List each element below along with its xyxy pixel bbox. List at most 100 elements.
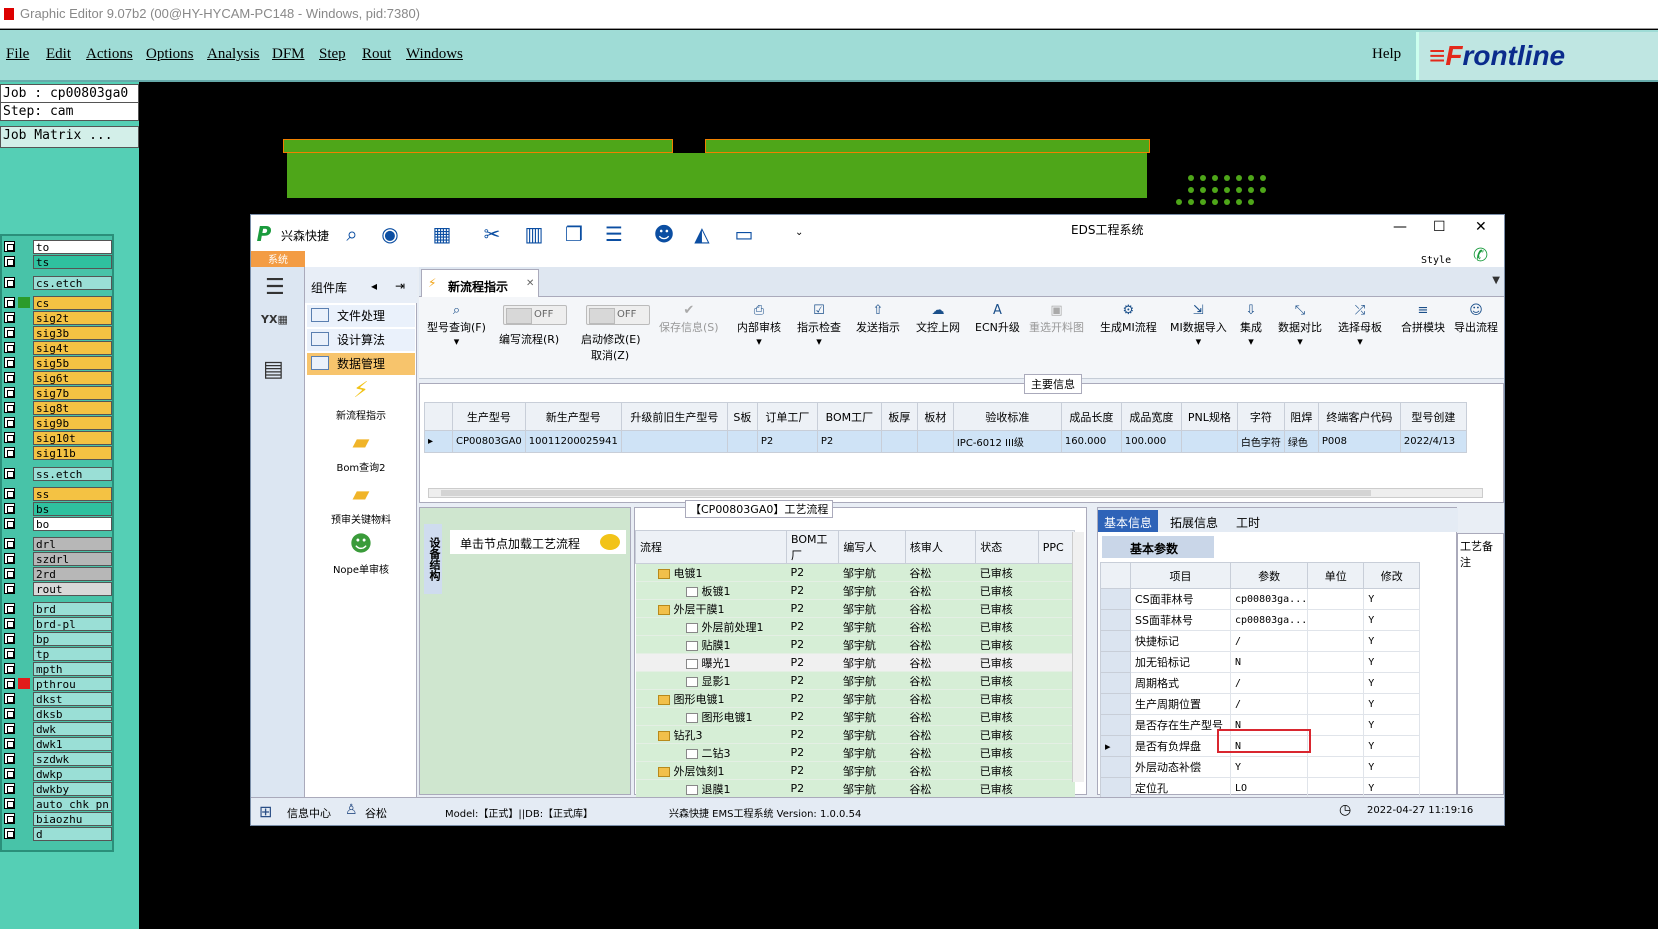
param-modify-flag[interactable]: Y bbox=[1363, 588, 1421, 610]
layer-name[interactable]: sig11b bbox=[33, 446, 112, 460]
layer-row[interactable]: dksb bbox=[4, 707, 112, 721]
globe-icon[interactable]: ◉ bbox=[377, 221, 403, 247]
layer-checkbox[interactable] bbox=[4, 828, 15, 839]
param-modify-flag[interactable]: Y bbox=[1363, 630, 1421, 652]
layer-name[interactable]: cs.etch bbox=[33, 276, 112, 290]
layer-checkbox[interactable] bbox=[4, 568, 15, 579]
column-header[interactable]: 验收标准 bbox=[952, 402, 1062, 431]
film-icon[interactable]: ▥ bbox=[521, 221, 547, 247]
table-row[interactable]: 退膜1 P2 邹宇航 谷松 已审核 bbox=[635, 779, 1075, 798]
layer-name[interactable]: sig8t bbox=[33, 401, 112, 415]
layer-name[interactable]: sig2t bbox=[33, 311, 112, 325]
table-cell[interactable] bbox=[1180, 430, 1238, 453]
layer-name[interactable]: brd-pl bbox=[33, 617, 112, 631]
column-header[interactable]: 型号创建 bbox=[1399, 402, 1467, 431]
merge-module-button[interactable]: ≡ 合拼模块 bbox=[1401, 303, 1445, 335]
layer-row[interactable]: auto_chk_pn bbox=[4, 797, 112, 811]
layer-checkbox[interactable] bbox=[4, 723, 15, 734]
param-modify-flag[interactable]: Y bbox=[1363, 609, 1421, 631]
layer-checkbox[interactable] bbox=[4, 708, 15, 719]
column-header[interactable]: 订单工厂 bbox=[756, 402, 818, 431]
layer-row[interactable]: dwk bbox=[4, 722, 112, 736]
minimize-button[interactable]: — bbox=[1393, 219, 1407, 235]
layer-row[interactable]: to bbox=[4, 240, 112, 254]
menu-rout[interactable]: Rout bbox=[362, 46, 391, 63]
layer-name[interactable]: sig9b bbox=[33, 416, 112, 430]
main-table-row[interactable]: ▸ CP00803GA0 10011200025941 P2 P2 IPC-6012 II… bbox=[424, 430, 1467, 453]
layer-name[interactable]: sig6t bbox=[33, 371, 112, 385]
table-cell[interactable]: P2 bbox=[816, 430, 882, 453]
layer-name[interactable]: dwk1 bbox=[33, 737, 112, 751]
tab-new-flow[interactable]: ⚡ 新流程指示 ✕ bbox=[421, 269, 539, 297]
write-flow-toggle[interactable]: OFF bbox=[503, 305, 567, 325]
menu-help[interactable]: Help bbox=[1372, 46, 1401, 63]
layer-name[interactable]: cs bbox=[33, 296, 112, 310]
table-row[interactable]: CS面菲林号 cp00803ga... Y bbox=[1100, 588, 1421, 610]
param-value-input[interactable]: / bbox=[1229, 630, 1309, 652]
process-flow-body[interactable]: 电镀1 P2 邹宇航 谷松 已审核 板镀1 P2 邹宇航 谷松 已审核 外层干膜1 P2 邹宇航 谷松 已审… bbox=[635, 563, 1075, 798]
layer-name[interactable]: dwk bbox=[33, 722, 112, 736]
param-modify-flag[interactable]: Y bbox=[1363, 735, 1421, 757]
generate-mi-flow-button[interactable]: ⚙ 生成MI流程 bbox=[1100, 303, 1157, 335]
layer-checkbox[interactable] bbox=[4, 327, 15, 338]
layer-checkbox[interactable] bbox=[4, 633, 15, 644]
internal-review-button[interactable]: ⎙ 内部审核 ▾ bbox=[737, 303, 781, 348]
user-icon[interactable]: ☻ bbox=[651, 221, 677, 247]
layer-row[interactable]: biaozhu bbox=[4, 812, 112, 826]
param-value-input[interactable]: / bbox=[1229, 672, 1309, 694]
table-cell[interactable]: 100.000 bbox=[1120, 430, 1182, 453]
layer-row[interactable]: sig11b bbox=[4, 446, 112, 460]
layer-name[interactable]: pthrou bbox=[33, 677, 112, 691]
param-value-input[interactable]: Y bbox=[1229, 756, 1309, 778]
table-row[interactable]: 外层蚀刻1 P2 邹宇航 谷松 已审核 bbox=[635, 761, 1075, 780]
main-table-scrollbar[interactable] bbox=[428, 488, 1483, 498]
param-value-input[interactable]: LO bbox=[1229, 777, 1309, 799]
layer-name[interactable]: ss.etch bbox=[33, 467, 112, 481]
table-cell[interactable]: P008 bbox=[1317, 430, 1401, 453]
tool-new-flow[interactable]: ⚡ 新流程指示 bbox=[307, 379, 415, 423]
layer-name[interactable]: bs bbox=[33, 502, 112, 516]
column-header[interactable]: 生产型号 bbox=[452, 402, 526, 431]
table-cell[interactable]: 160.000 bbox=[1060, 430, 1122, 453]
toolbar-overflow-icon[interactable]: ⌄ bbox=[795, 227, 803, 238]
export-flow-button[interactable]: ☺ 导出流程 bbox=[1454, 303, 1498, 335]
layer-name[interactable]: auto_chk_pn bbox=[33, 797, 112, 811]
layer-name[interactable]: biaozhu bbox=[33, 812, 112, 826]
layer-row[interactable]: brd bbox=[4, 602, 112, 616]
table-cell[interactable]: P2 bbox=[756, 430, 818, 453]
layer-checkbox[interactable] bbox=[4, 798, 15, 809]
param-table[interactable]: 项目 参数 单位 修改 CS面菲林号 cp00803ga... Y SS面菲林号 cp0080… bbox=[1100, 562, 1421, 799]
flow-node[interactable]: 电镀1 bbox=[635, 563, 787, 582]
column-header[interactable]: 成品长度 bbox=[1060, 402, 1122, 431]
layer-row[interactable]: pthrou bbox=[4, 677, 112, 691]
param-modify-flag[interactable]: Y bbox=[1363, 693, 1421, 715]
pin-icon[interactable]: ⇥ bbox=[395, 279, 405, 293]
layer-checkbox[interactable] bbox=[4, 468, 15, 479]
calculator-icon[interactable]: ▤ bbox=[263, 357, 284, 382]
process-flow-table[interactable]: 流程 BOM工厂 编写人 核审人 状态 PPC 电镀1 P2 邹宇航 谷松 已审核 板镀1 P2 邹宇航… bbox=[634, 530, 1076, 798]
layer-name[interactable]: dwkby bbox=[33, 782, 112, 796]
column-header[interactable]: 板厚 bbox=[880, 402, 918, 431]
layer-name[interactable]: szdwk bbox=[33, 752, 112, 766]
param-value-input[interactable]: cp00803ga... bbox=[1229, 609, 1309, 631]
layer-row[interactable]: sig10t bbox=[4, 431, 112, 445]
tool-nope-review[interactable]: ☻ Nope单审核 bbox=[307, 533, 415, 577]
layer-checkbox[interactable] bbox=[4, 417, 15, 428]
layer-row[interactable]: dwkby bbox=[4, 782, 112, 796]
layer-checkbox[interactable] bbox=[4, 783, 15, 794]
layer-name[interactable]: dkst bbox=[33, 692, 112, 706]
table-row[interactable]: 图形电镀1 P2 邹宇航 谷松 已审核 bbox=[635, 707, 1075, 726]
layer-row[interactable]: sig3b bbox=[4, 326, 112, 340]
layer-name[interactable]: ss bbox=[33, 487, 112, 501]
reselect-cutting-button[interactable]: ▣ 重选开料图 bbox=[1029, 303, 1084, 335]
layer-checkbox[interactable] bbox=[4, 447, 15, 458]
column-header[interactable]: S板 bbox=[726, 402, 758, 431]
flow-node[interactable]: 板镀1 bbox=[635, 581, 787, 600]
table-row[interactable]: 外层干膜1 P2 邹宇航 谷松 已审核 bbox=[635, 599, 1075, 618]
layer-name[interactable]: bp bbox=[33, 632, 112, 646]
layer-checkbox[interactable] bbox=[4, 583, 15, 594]
table-cell[interactable]: 绿色 bbox=[1283, 430, 1319, 453]
table-row[interactable]: 外层动态补偿 Y Y bbox=[1100, 756, 1421, 778]
layer-row[interactable]: tp bbox=[4, 647, 112, 661]
layer-checkbox[interactable] bbox=[4, 387, 15, 398]
